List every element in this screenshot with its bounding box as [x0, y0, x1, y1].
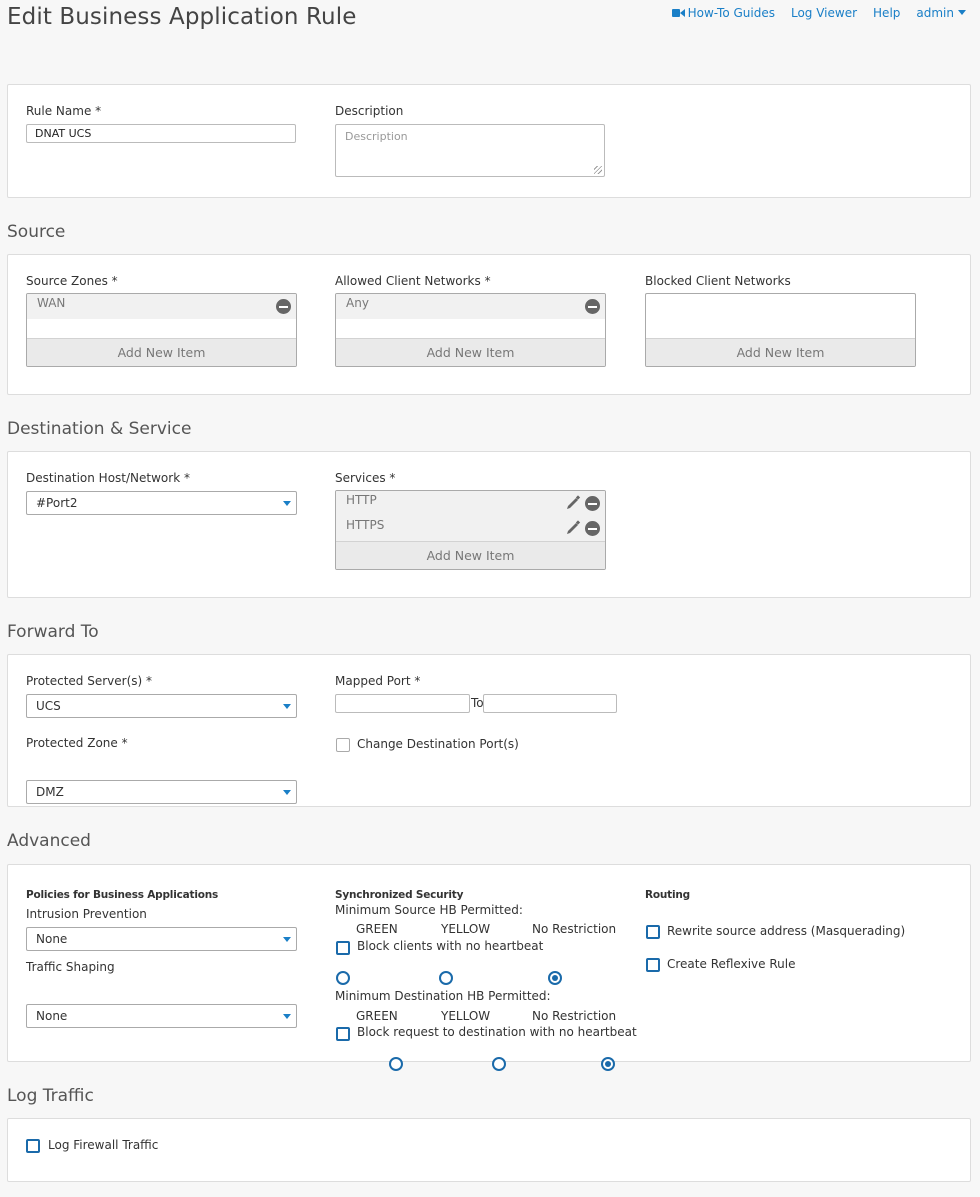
protected-server-label: Protected Server(s) *	[26, 674, 153, 688]
dest-hb-no-restriction-radio[interactable]	[601, 1057, 616, 1071]
source-hb-no-restriction-radio[interactable]	[547, 971, 562, 985]
list-item-label: Any	[346, 296, 369, 310]
block-request-label: Block request to destination with no hea…	[357, 1025, 637, 1039]
traffic-shaping-label: Traffic Shaping	[26, 960, 115, 974]
help-link[interactable]: Help	[873, 6, 900, 20]
general-panel: Rule Name * DNAT UCS Description Descrip…	[7, 84, 971, 198]
protected-zone-select[interactable]: DMZ	[26, 780, 297, 804]
description-placeholder: Description	[345, 130, 408, 143]
top-nav: How-To Guides Log Viewer Help admin	[671, 6, 966, 20]
admin-menu[interactable]: admin	[916, 6, 966, 20]
page-title: Edit Business Application Rule	[7, 4, 357, 30]
list-item: WAN	[27, 294, 296, 319]
list-item: Any	[336, 294, 605, 319]
log-viewer-link[interactable]: Log Viewer	[791, 6, 857, 20]
forward-section-title: Forward To	[7, 622, 99, 642]
services-list: HTTP HTTPS Add New Item	[335, 490, 606, 570]
traffic-shaping-select[interactable]: None	[26, 1004, 297, 1028]
protected-zone-label: Protected Zone *	[26, 736, 128, 750]
add-new-item-button[interactable]: Add New Item	[646, 338, 915, 366]
allowed-networks-label: Allowed Client Networks *	[335, 274, 491, 288]
rule-name-label: Rule Name *	[26, 104, 102, 118]
advanced-section-title: Advanced	[7, 831, 91, 851]
edit-pencil-icon[interactable]	[566, 495, 581, 510]
dest-hb-label: Minimum Destination HB Permitted:	[335, 989, 551, 1003]
policies-heading: Policies for Business Applications	[26, 889, 219, 901]
rewrite-source-label: Rewrite source address (Masquerading)	[667, 924, 906, 938]
list-item: HTTP	[336, 491, 605, 516]
to-label: To	[471, 696, 484, 710]
blocked-networks-label: Blocked Client Networks	[645, 274, 791, 288]
block-clients-label: Block clients with no heartbeat	[357, 939, 544, 953]
services-label: Services *	[335, 471, 396, 485]
destination-section-title: Destination & Service	[7, 419, 192, 439]
remove-icon[interactable]	[585, 299, 600, 314]
source-hb-label: Minimum Source HB Permitted:	[335, 903, 523, 917]
source-hb-green-radio[interactable]	[336, 971, 350, 985]
dest-hb-green-radio[interactable]	[389, 1057, 404, 1071]
dest-hb-no-restriction-label: No Restriction	[532, 1009, 617, 1023]
block-clients-checkbox[interactable]	[336, 941, 350, 955]
remove-icon[interactable]	[276, 299, 291, 314]
destination-host-select[interactable]: #Port2	[26, 491, 297, 515]
remove-icon[interactable]	[585, 521, 600, 536]
resize-handle-icon[interactable]	[594, 166, 602, 174]
mapped-port-label: Mapped Port *	[335, 674, 421, 688]
remove-icon[interactable]	[585, 496, 600, 511]
change-dest-port-checkbox[interactable]	[336, 738, 350, 752]
howto-guides-label: How-To Guides	[687, 6, 775, 20]
add-new-item-button[interactable]: Add New Item	[336, 338, 605, 366]
advanced-panel: Policies for Business Applications Intru…	[7, 864, 971, 1071]
howto-guides-link[interactable]: How-To Guides	[671, 6, 775, 20]
ips-select[interactable]: None	[26, 927, 297, 951]
rewrite-source-checkbox[interactable]	[646, 925, 660, 939]
dest-hb-yellow-radio[interactable]	[492, 1057, 507, 1071]
list-item-label: HTTP	[346, 493, 377, 507]
sync-security-heading: Synchronized Security	[335, 889, 464, 901]
list-item-label: HTTPS	[346, 518, 385, 532]
source-hb-green-label: GREEN	[356, 922, 398, 936]
source-zones-label: Source Zones *	[26, 274, 118, 288]
change-dest-port-label: Change Destination Port(s)	[357, 737, 519, 751]
block-request-checkbox[interactable]	[336, 1027, 350, 1041]
add-new-item-button[interactable]: Add New Item	[27, 338, 296, 366]
edit-pencil-icon[interactable]	[566, 520, 581, 535]
mapped-port-from-input[interactable]	[335, 694, 470, 713]
destination-host-label: Destination Host/Network *	[26, 471, 190, 485]
routing-heading: Routing	[645, 889, 690, 901]
log-firewall-label: Log Firewall Traffic	[48, 1138, 159, 1152]
source-hb-no-restriction-label: No Restriction	[532, 922, 617, 936]
add-new-item-button[interactable]: Add New Item	[336, 541, 605, 569]
description-textarea[interactable]: Description	[335, 124, 605, 177]
caret-down-icon	[958, 10, 966, 15]
admin-label: admin	[916, 6, 954, 20]
source-zones-list: WAN Add New Item	[26, 293, 297, 367]
list-item-label: WAN	[37, 296, 66, 310]
forward-panel: Protected Server(s) * UCS Protected Zone…	[7, 654, 971, 807]
description-label: Description	[335, 104, 404, 118]
log-panel: Log Firewall Traffic	[7, 1118, 971, 1182]
log-firewall-checkbox[interactable]	[26, 1139, 40, 1153]
dest-hb-yellow-label: YELLOW	[441, 1009, 491, 1023]
allowed-networks-list: Any Add New Item	[335, 293, 606, 367]
blocked-networks-list: Add New Item	[645, 293, 916, 367]
destination-panel: Destination Host/Network * #Port2 Servic…	[7, 451, 971, 598]
source-panel: Source Zones * WAN Add New Item Allowed …	[7, 254, 971, 395]
reflexive-rule-checkbox[interactable]	[646, 958, 660, 972]
log-section-title: Log Traffic	[7, 1086, 94, 1106]
dest-hb-green-label: GREEN	[356, 1009, 398, 1023]
ips-label: Intrusion Prevention	[26, 907, 147, 921]
source-hb-yellow-label: YELLOW	[441, 922, 491, 936]
rule-name-input[interactable]: DNAT UCS	[26, 124, 296, 143]
reflexive-rule-label: Create Reflexive Rule	[667, 957, 796, 971]
list-item: HTTPS	[336, 516, 605, 541]
source-hb-yellow-radio[interactable]	[438, 971, 453, 985]
protected-server-select[interactable]: UCS	[26, 694, 297, 718]
source-section-title: Source	[7, 222, 66, 242]
mapped-port-to-input[interactable]	[483, 694, 617, 713]
video-camera-icon	[671, 9, 685, 17]
